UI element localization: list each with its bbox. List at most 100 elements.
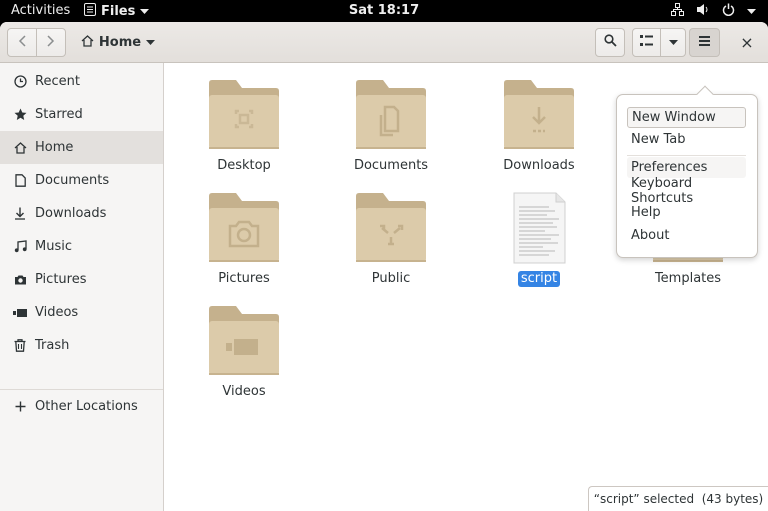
clock-icon [13, 75, 27, 89]
text-file-icon [513, 192, 566, 264]
file-item-desktop[interactable]: Desktop [184, 79, 304, 174]
chevron-down-icon [146, 35, 156, 50]
menu-item-label: Preferences [631, 160, 708, 175]
hamburger-icon [699, 35, 710, 50]
view-options-button[interactable] [660, 28, 686, 57]
app-menu[interactable]: Files [84, 3, 150, 21]
menu-item-keyboard-shortcuts[interactable]: Keyboard Shortcuts [627, 176, 746, 206]
hamburger-menu-button[interactable] [689, 28, 720, 57]
sidebar: Recent Starred Home Documents Downloads … [0, 63, 164, 511]
sidebar-item-recent[interactable]: Recent [0, 65, 163, 98]
menu-item-label: New Tab [631, 132, 686, 147]
star-icon [13, 108, 27, 122]
home-icon [13, 141, 27, 155]
sidebar-item-label: Downloads [35, 206, 107, 221]
sidebar-item-label: Other Locations [35, 399, 138, 414]
file-item-pictures[interactable]: Pictures [184, 192, 304, 287]
header-bar: Home × [0, 22, 768, 63]
close-window-button[interactable]: × [732, 28, 762, 57]
system-tray[interactable] [671, 3, 756, 21]
clock-label[interactable]: Sat 18:17 [349, 3, 419, 18]
sidebar-item-label: Documents [35, 173, 110, 188]
download-icon [13, 207, 27, 221]
menu-item-label: Keyboard Shortcuts [631, 175, 694, 206]
menu-item-help[interactable]: Help [627, 202, 746, 223]
menu-item-label: Help [631, 205, 661, 220]
forward-button[interactable] [36, 28, 66, 57]
menu-separator [627, 155, 746, 156]
sidebar-item-label: Recent [35, 74, 80, 89]
document-icon [13, 174, 27, 188]
selection-status: “script” selected (43 bytes) [593, 492, 764, 506]
menu-item-new-tab[interactable]: New Tab [627, 129, 746, 150]
file-name: Documents [353, 158, 429, 173]
sidebar-item-label: Music [35, 239, 72, 254]
menu-item-new-window[interactable]: New Window [627, 107, 746, 128]
top-bar: Activities Files Sat 18:17 [0, 0, 768, 22]
file-item-script[interactable]: script [479, 192, 599, 287]
file-name: Videos [222, 384, 266, 399]
sidebar-item-documents[interactable]: Documents [0, 164, 163, 197]
file-item-public[interactable]: Public [331, 192, 451, 287]
folder-public-icon [356, 193, 426, 262]
sidebar-item-label: Starred [35, 107, 83, 122]
power-icon [722, 3, 735, 21]
path-bar-label: Home [98, 35, 142, 50]
network-icon [671, 3, 684, 21]
file-name: script [517, 271, 561, 287]
chevron-right-icon [47, 34, 55, 51]
app-menu-label: Files [101, 4, 136, 19]
sidebar-item-downloads[interactable]: Downloads [0, 197, 163, 230]
main-menu-popover: New Window New Tab Preferences Keyboard … [616, 85, 758, 258]
path-bar-home[interactable]: Home [75, 28, 161, 57]
sidebar-item-label: Videos [35, 305, 79, 320]
sidebar-item-music[interactable]: Music [0, 230, 163, 263]
close-icon: × [740, 33, 754, 52]
sidebar-item-trash[interactable]: Trash [0, 329, 163, 362]
folder-downloads-icon [504, 80, 574, 149]
search-button[interactable] [595, 28, 625, 57]
folder-documents-icon [356, 80, 426, 149]
list-view-icon [640, 35, 653, 50]
chevron-down-icon [747, 4, 756, 20]
files-window: Home × Recent Starred Home Documents Dow… [0, 22, 768, 511]
activities-button[interactable]: Activities [11, 3, 70, 19]
folder-videos-icon [209, 306, 279, 375]
sidebar-item-home[interactable]: Home [0, 131, 163, 164]
file-name: Templates [654, 271, 722, 286]
volume-icon [696, 3, 710, 21]
trash-icon [13, 339, 27, 353]
status-bar: “script” selected (43 bytes) [588, 486, 768, 511]
sidebar-item-label: Trash [35, 338, 70, 353]
file-name: Public [371, 271, 411, 286]
plus-icon [13, 400, 27, 414]
files-app-icon [84, 3, 96, 21]
chevron-down-icon [140, 4, 150, 20]
menu-item-about[interactable]: About [627, 225, 746, 246]
sidebar-item-starred[interactable]: Starred [0, 98, 163, 131]
camera-icon [13, 273, 27, 287]
sidebar-item-label: Pictures [35, 272, 87, 287]
file-item-documents[interactable]: Documents [331, 79, 451, 174]
sidebar-item-label: Home [35, 140, 74, 155]
sidebar-item-videos[interactable]: Videos [0, 296, 163, 329]
file-name: Pictures [218, 271, 270, 286]
sidebar-item-other-locations[interactable]: Other Locations [0, 390, 163, 423]
menu-item-label: New Window [632, 110, 716, 125]
home-icon [81, 34, 94, 51]
view-mode-button[interactable] [632, 28, 661, 57]
folder-desktop-icon [209, 80, 279, 149]
search-icon [603, 34, 617, 51]
file-item-videos[interactable]: Videos [184, 305, 304, 400]
file-name: Downloads [503, 158, 575, 173]
file-item-downloads[interactable]: Downloads [479, 79, 599, 174]
chevron-left-icon [18, 34, 26, 51]
folder-pictures-icon [209, 193, 279, 262]
music-icon [13, 240, 27, 254]
sidebar-item-pictures[interactable]: Pictures [0, 263, 163, 296]
chevron-down-icon [668, 35, 678, 50]
file-name: Desktop [217, 158, 271, 173]
menu-item-label: About [631, 228, 670, 243]
back-button[interactable] [7, 28, 37, 57]
video-icon [13, 306, 27, 320]
